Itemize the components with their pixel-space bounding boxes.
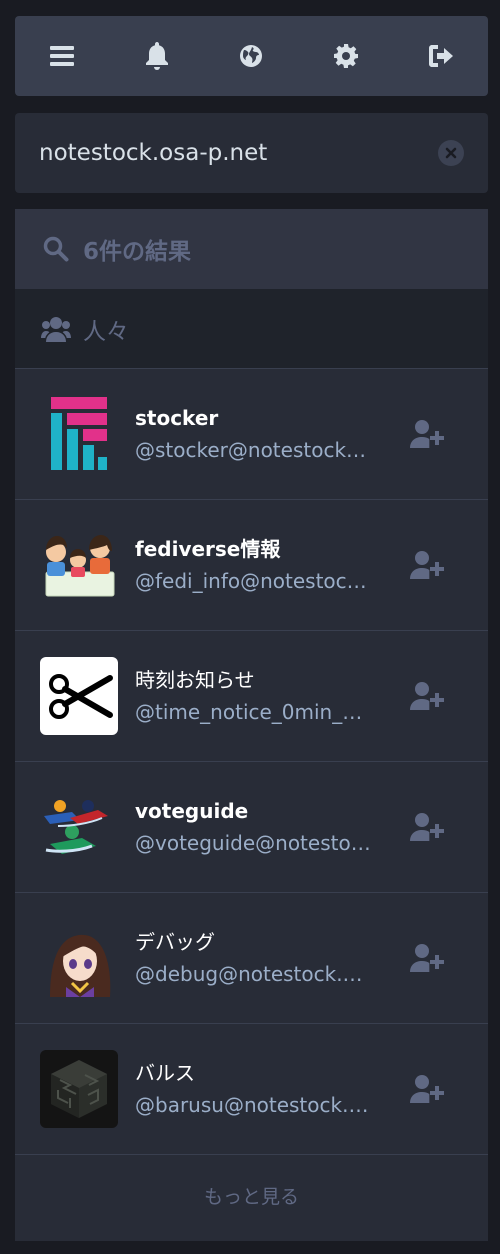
account-handle: @time_notice_0min_…	[135, 700, 363, 724]
follow-button[interactable]	[410, 420, 446, 448]
results-header: 6件の結果	[15, 209, 488, 289]
notifications-button[interactable]	[127, 26, 187, 86]
follow-button[interactable]	[410, 1075, 446, 1103]
close-icon	[445, 147, 457, 159]
account-handle: @fedi_info@notestoc…	[135, 569, 367, 593]
search-results: 6件の結果 人々 stocker @stocker@notestock… fed…	[15, 209, 488, 1241]
display-name: fediverse情報	[135, 537, 281, 561]
load-more-button[interactable]: もっと見る	[15, 1155, 488, 1235]
avatar[interactable]	[40, 526, 118, 604]
account-item[interactable]: stocker @stocker@notestock…	[15, 369, 488, 500]
avatar[interactable]	[40, 1050, 118, 1128]
people-section-label: 人々	[83, 318, 129, 345]
account-item[interactable]: voteguide @voteguide@notesto…	[15, 762, 488, 893]
follow-button[interactable]	[410, 813, 446, 841]
people-section-header: 人々	[15, 289, 488, 369]
display-name: バルス	[135, 1061, 195, 1085]
settings-button[interactable]	[316, 26, 376, 86]
account-handle: @stocker@notestock…	[135, 438, 367, 462]
account-handle: @barusu@notestock.…	[135, 1093, 369, 1117]
menu-button[interactable]	[32, 26, 92, 86]
globe-icon	[240, 45, 263, 67]
avatar[interactable]	[40, 657, 118, 735]
navigation-bar	[15, 16, 488, 96]
bell-icon	[145, 42, 168, 70]
user-plus-icon	[410, 944, 444, 972]
avatar[interactable]	[40, 395, 118, 473]
display-name: 時刻お知らせ	[135, 668, 255, 692]
gear-icon	[334, 44, 359, 68]
follow-button[interactable]	[410, 944, 446, 972]
account-item[interactable]: デバッグ @debug@notestock.…	[15, 893, 488, 1024]
avatar[interactable]	[40, 919, 118, 997]
account-handle: @debug@notestock.…	[135, 962, 363, 986]
results-count: 6件の結果	[83, 239, 192, 265]
search-box: notestock.osa-p.net	[15, 113, 488, 193]
follow-button[interactable]	[410, 682, 446, 710]
search-input[interactable]: notestock.osa-p.net	[39, 140, 438, 166]
menu-icon	[50, 46, 75, 66]
account-item[interactable]: 時刻お知らせ @time_notice_0min_…	[15, 631, 488, 762]
display-name: stocker	[135, 406, 219, 430]
clear-search-button[interactable]	[438, 140, 464, 166]
user-plus-icon	[410, 1075, 444, 1103]
federated-timeline-button[interactable]	[221, 26, 281, 86]
account-handle: @voteguide@notesto…	[135, 831, 371, 855]
avatar[interactable]	[40, 788, 118, 866]
user-plus-icon	[410, 682, 444, 710]
sign-out-icon	[428, 45, 453, 67]
display-name: voteguide	[135, 799, 249, 823]
account-item[interactable]: fediverse情報 @fedi_info@notestoc…	[15, 500, 488, 631]
search-icon	[43, 236, 69, 262]
users-icon	[41, 316, 71, 342]
follow-button[interactable]	[410, 551, 446, 579]
account-item[interactable]: バルス @barusu@notestock.…	[15, 1024, 488, 1155]
user-plus-icon	[410, 813, 444, 841]
user-plus-icon	[410, 420, 444, 448]
user-plus-icon	[410, 551, 444, 579]
display-name: デバッグ	[135, 930, 215, 954]
logout-button[interactable]	[411, 26, 471, 86]
